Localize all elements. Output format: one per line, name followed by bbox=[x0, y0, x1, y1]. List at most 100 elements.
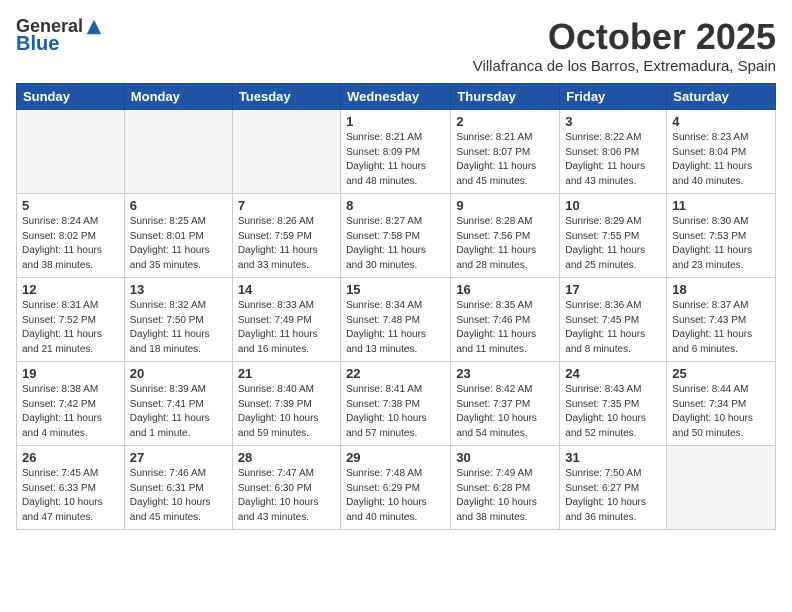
day-number: 12 bbox=[22, 282, 119, 297]
day-info: Sunrise: 8:41 AM Sunset: 7:38 PM Dayligh… bbox=[346, 383, 445, 441]
day-info: Sunrise: 8:34 AM Sunset: 7:48 PM Dayligh… bbox=[346, 299, 445, 357]
day-info: Sunrise: 8:35 AM Sunset: 7:46 PM Dayligh… bbox=[456, 299, 554, 357]
day-number: 3 bbox=[565, 114, 661, 129]
day-info: Sunrise: 8:27 AM Sunset: 7:58 PM Dayligh… bbox=[346, 215, 445, 273]
day-number: 18 bbox=[672, 282, 770, 297]
calendar-cell bbox=[232, 110, 340, 194]
day-number: 8 bbox=[346, 198, 445, 213]
day-info: Sunrise: 8:40 AM Sunset: 7:39 PM Dayligh… bbox=[238, 383, 335, 441]
day-number: 10 bbox=[565, 198, 661, 213]
logo-icon bbox=[85, 18, 103, 36]
weekday-header-friday: Friday bbox=[560, 84, 667, 110]
day-info: Sunrise: 8:37 AM Sunset: 7:43 PM Dayligh… bbox=[672, 299, 770, 357]
day-info: Sunrise: 7:48 AM Sunset: 6:29 PM Dayligh… bbox=[346, 467, 445, 525]
logo-blue-text: Blue bbox=[16, 33, 59, 56]
day-number: 30 bbox=[456, 450, 554, 465]
calendar-cell: 20 Sunrise: 8:39 AM Sunset: 7:41 PM Dayli… bbox=[124, 362, 232, 446]
day-info: Sunrise: 8:39 AM Sunset: 7:41 PM Dayligh… bbox=[130, 383, 227, 441]
calendar-cell: 13 Sunrise: 8:32 AM Sunset: 7:50 PM Dayli… bbox=[124, 278, 232, 362]
day-number: 13 bbox=[130, 282, 227, 297]
day-info: Sunrise: 8:32 AM Sunset: 7:50 PM Dayligh… bbox=[130, 299, 227, 357]
day-number: 4 bbox=[672, 114, 770, 129]
day-number: 29 bbox=[346, 450, 445, 465]
calendar-cell: 15 Sunrise: 8:34 AM Sunset: 7:48 PM Dayli… bbox=[341, 278, 451, 362]
day-number: 19 bbox=[22, 366, 119, 381]
day-info: Sunrise: 8:38 AM Sunset: 7:42 PM Dayligh… bbox=[22, 383, 119, 441]
calendar-cell: 30 Sunrise: 7:49 AM Sunset: 6:28 PM Dayli… bbox=[451, 446, 560, 530]
day-number: 2 bbox=[456, 114, 554, 129]
day-number: 17 bbox=[565, 282, 661, 297]
calendar-table: SundayMondayTuesdayWednesdayThursdayFrid… bbox=[16, 83, 776, 530]
day-info: Sunrise: 8:33 AM Sunset: 7:49 PM Dayligh… bbox=[238, 299, 335, 357]
day-info: Sunrise: 7:45 AM Sunset: 6:33 PM Dayligh… bbox=[22, 467, 119, 525]
calendar-week-row: 19 Sunrise: 8:38 AM Sunset: 7:42 PM Dayli… bbox=[17, 362, 776, 446]
day-info: Sunrise: 8:29 AM Sunset: 7:55 PM Dayligh… bbox=[565, 215, 661, 273]
calendar-cell: 17 Sunrise: 8:36 AM Sunset: 7:45 PM Dayli… bbox=[560, 278, 667, 362]
day-info: Sunrise: 8:22 AM Sunset: 8:06 PM Dayligh… bbox=[565, 131, 661, 189]
day-info: Sunrise: 7:46 AM Sunset: 6:31 PM Dayligh… bbox=[130, 467, 227, 525]
month-title: October 2025 bbox=[473, 16, 776, 58]
day-number: 21 bbox=[238, 366, 335, 381]
day-number: 20 bbox=[130, 366, 227, 381]
calendar-cell bbox=[124, 110, 232, 194]
weekday-header-sunday: Sunday bbox=[17, 84, 125, 110]
calendar-cell: 10 Sunrise: 8:29 AM Sunset: 7:55 PM Dayli… bbox=[560, 194, 667, 278]
day-info: Sunrise: 7:49 AM Sunset: 6:28 PM Dayligh… bbox=[456, 467, 554, 525]
calendar-cell: 22 Sunrise: 8:41 AM Sunset: 7:38 PM Dayli… bbox=[341, 362, 451, 446]
calendar-week-row: 1Sunrise: 8:21 AM Sunset: 8:09 PM Daylig… bbox=[17, 110, 776, 194]
day-number: 14 bbox=[238, 282, 335, 297]
calendar-week-row: 5Sunrise: 8:24 AM Sunset: 8:02 PM Daylig… bbox=[17, 194, 776, 278]
calendar-cell: 16 Sunrise: 8:35 AM Sunset: 7:46 PM Dayli… bbox=[451, 278, 560, 362]
day-number: 27 bbox=[130, 450, 227, 465]
day-info: Sunrise: 8:24 AM Sunset: 8:02 PM Dayligh… bbox=[22, 215, 119, 273]
calendar-cell: 9 Sunrise: 8:28 AM Sunset: 7:56 PM Daylig… bbox=[451, 194, 560, 278]
calendar-cell: 23Sunrise: 8:42 AM Sunset: 7:37 PM Dayli… bbox=[451, 362, 560, 446]
day-info: Sunrise: 8:28 AM Sunset: 7:56 PM Dayligh… bbox=[456, 215, 554, 273]
day-info: Sunrise: 8:36 AM Sunset: 7:45 PM Dayligh… bbox=[565, 299, 661, 357]
calendar-cell: 31 Sunrise: 7:50 AM Sunset: 6:27 PM Dayli… bbox=[560, 446, 667, 530]
calendar-week-row: 12 Sunrise: 8:31 AM Sunset: 7:52 PM Dayli… bbox=[17, 278, 776, 362]
title-section: October 2025 Villafranca de los Barros, … bbox=[473, 16, 776, 75]
calendar-cell: 2 Sunrise: 8:21 AM Sunset: 8:07 PM Daylig… bbox=[451, 110, 560, 194]
day-number: 24 bbox=[565, 366, 661, 381]
day-number: 1 bbox=[346, 114, 445, 129]
day-number: 16 bbox=[456, 282, 554, 297]
day-info: Sunrise: 8:31 AM Sunset: 7:52 PM Dayligh… bbox=[22, 299, 119, 357]
calendar-cell bbox=[17, 110, 125, 194]
calendar-cell: 1Sunrise: 8:21 AM Sunset: 8:09 PM Daylig… bbox=[341, 110, 451, 194]
day-info: Sunrise: 8:26 AM Sunset: 7:59 PM Dayligh… bbox=[238, 215, 335, 273]
calendar-cell: 6Sunrise: 8:25 AM Sunset: 8:01 PM Daylig… bbox=[124, 194, 232, 278]
calendar-cell: 24Sunrise: 8:43 AM Sunset: 7:35 PM Dayli… bbox=[560, 362, 667, 446]
day-number: 9 bbox=[456, 198, 554, 213]
day-info: Sunrise: 8:30 AM Sunset: 7:53 PM Dayligh… bbox=[672, 215, 770, 273]
weekday-header-tuesday: Tuesday bbox=[232, 84, 340, 110]
calendar-cell: 3 Sunrise: 8:22 AM Sunset: 8:06 PM Daylig… bbox=[560, 110, 667, 194]
calendar-cell: 27 Sunrise: 7:46 AM Sunset: 6:31 PM Dayli… bbox=[124, 446, 232, 530]
day-number: 11 bbox=[672, 198, 770, 213]
calendar-cell: 28 Sunrise: 7:47 AM Sunset: 6:30 PM Dayli… bbox=[232, 446, 340, 530]
calendar-cell: 18 Sunrise: 8:37 AM Sunset: 7:43 PM Dayli… bbox=[667, 278, 776, 362]
calendar-cell: 21 Sunrise: 8:40 AM Sunset: 7:39 PM Dayli… bbox=[232, 362, 340, 446]
day-number: 15 bbox=[346, 282, 445, 297]
page-header: General Blue October 2025 Villafranca de… bbox=[16, 16, 776, 75]
location: Villafranca de los Barros, Extremadura, … bbox=[473, 58, 776, 75]
day-info: Sunrise: 7:47 AM Sunset: 6:30 PM Dayligh… bbox=[238, 467, 335, 525]
day-info: Sunrise: 7:50 AM Sunset: 6:27 PM Dayligh… bbox=[565, 467, 661, 525]
day-number: 6 bbox=[130, 198, 227, 213]
calendar-cell: 11 Sunrise: 8:30 AM Sunset: 7:53 PM Dayli… bbox=[667, 194, 776, 278]
calendar-cell: 29 Sunrise: 7:48 AM Sunset: 6:29 PM Dayli… bbox=[341, 446, 451, 530]
calendar-cell: 5Sunrise: 8:24 AM Sunset: 8:02 PM Daylig… bbox=[17, 194, 125, 278]
weekday-header-wednesday: Wednesday bbox=[341, 84, 451, 110]
calendar-cell: 12 Sunrise: 8:31 AM Sunset: 7:52 PM Dayli… bbox=[17, 278, 125, 362]
day-number: 31 bbox=[565, 450, 661, 465]
calendar-cell: 7Sunrise: 8:26 AM Sunset: 7:59 PM Daylig… bbox=[232, 194, 340, 278]
calendar-cell bbox=[667, 446, 776, 530]
day-info: Sunrise: 8:42 AM Sunset: 7:37 PM Dayligh… bbox=[456, 383, 554, 441]
calendar-cell: 26Sunrise: 7:45 AM Sunset: 6:33 PM Dayli… bbox=[17, 446, 125, 530]
day-info: Sunrise: 8:21 AM Sunset: 8:07 PM Dayligh… bbox=[456, 131, 554, 189]
calendar-week-row: 26Sunrise: 7:45 AM Sunset: 6:33 PM Dayli… bbox=[17, 446, 776, 530]
weekday-header-monday: Monday bbox=[124, 84, 232, 110]
day-number: 25 bbox=[672, 366, 770, 381]
day-number: 22 bbox=[346, 366, 445, 381]
day-number: 28 bbox=[238, 450, 335, 465]
